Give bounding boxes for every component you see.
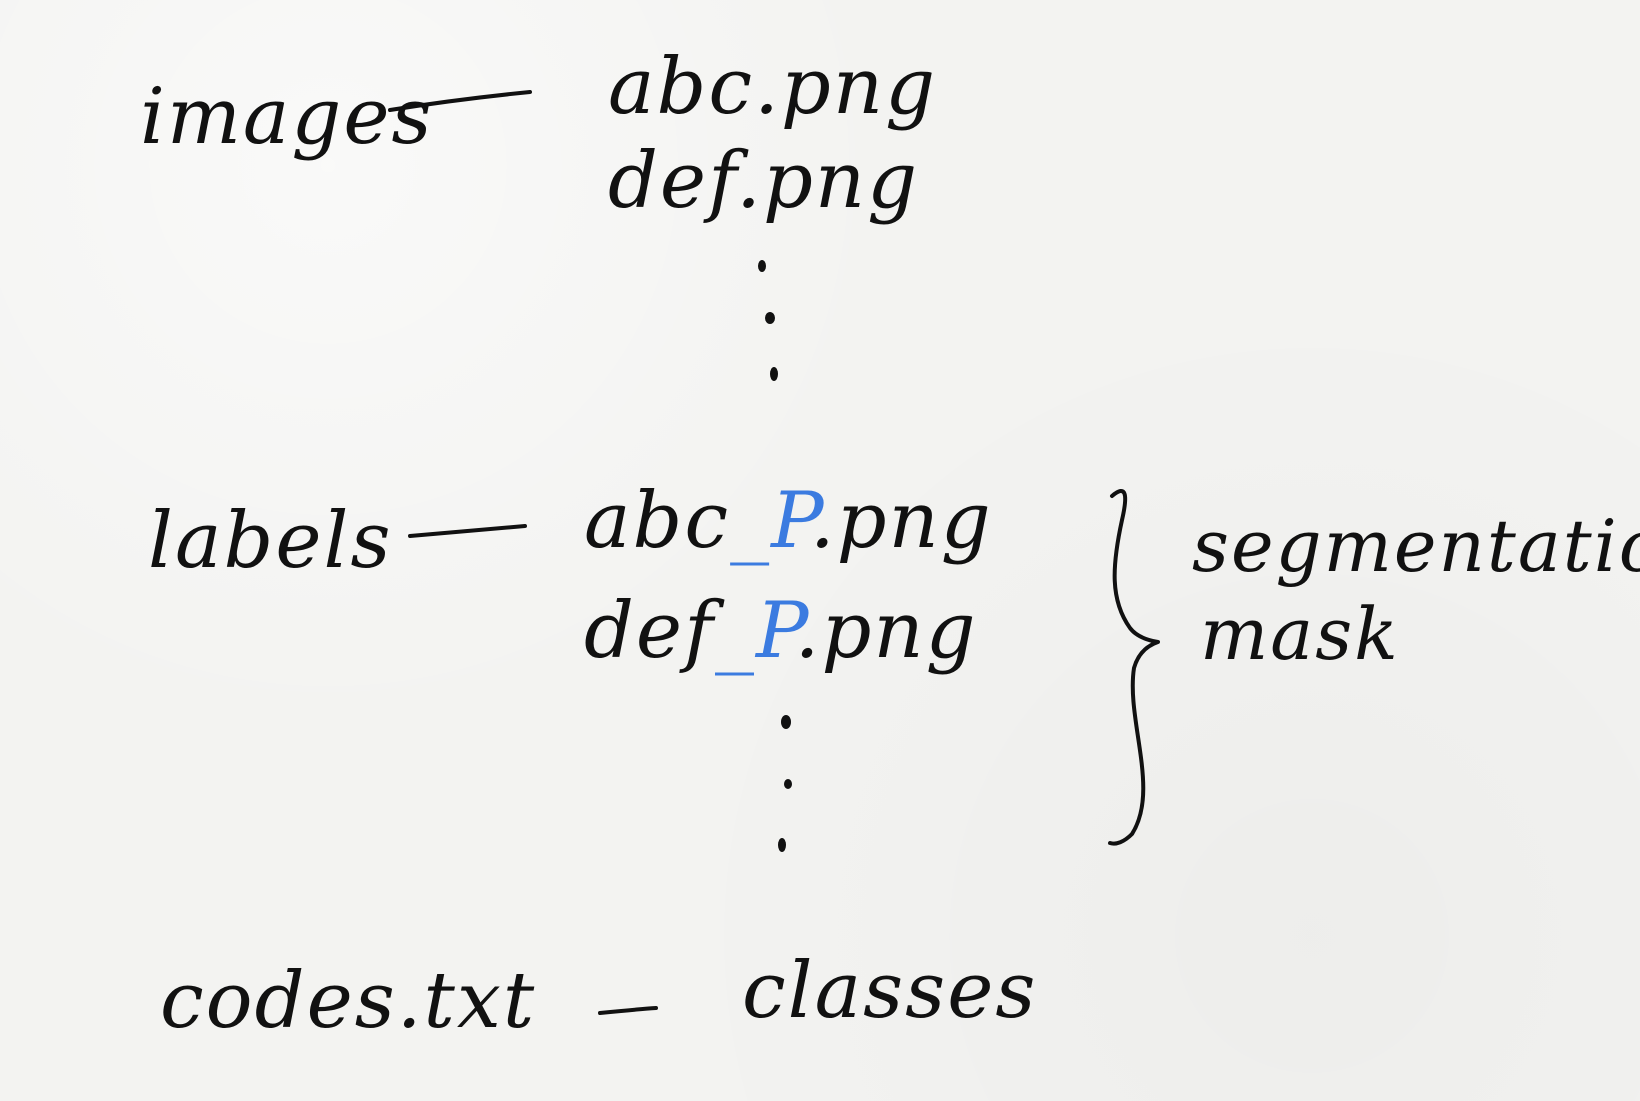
codes-file-label: codes.txt — [160, 956, 537, 1046]
label-file-abc-ext: .png — [809, 476, 993, 566]
codes-connector-line — [598, 1006, 658, 1015]
label-file-def-prefix: def — [584, 586, 715, 676]
images-ellipsis-dot-3 — [770, 367, 778, 381]
image-file-def: def.png — [608, 136, 920, 226]
label-file-def: def_P.png — [584, 592, 978, 670]
segmentation-brace — [1108, 489, 1160, 846]
annotation-mask: mask — [1200, 592, 1400, 676]
image-file-abc: abc.png — [608, 42, 938, 132]
whiteboard-canvas: images abc.png def.png labels abc_P.png … — [0, 0, 1640, 1101]
images-folder-label: images — [140, 72, 434, 162]
labels-ellipsis-dot-3 — [778, 838, 786, 852]
label-file-abc-prefix: abc — [584, 476, 731, 566]
label-file-abc-suffix: _P — [730, 476, 810, 566]
images-ellipsis-dot-2 — [765, 312, 775, 324]
labels-ellipsis-dot-1 — [781, 715, 791, 729]
label-file-def-ext: .png — [794, 586, 978, 676]
codes-target-classes: classes — [742, 946, 1038, 1036]
labels-connector-line — [408, 524, 527, 538]
label-file-def-suffix: _P — [714, 586, 795, 676]
label-file-abc: abc_P.png — [584, 482, 993, 560]
labels-ellipsis-dot-2 — [784, 779, 792, 789]
annotation-segmentation: segmentation — [1192, 504, 1640, 588]
images-ellipsis-dot-1 — [758, 260, 766, 272]
labels-folder-label: labels — [148, 496, 393, 586]
